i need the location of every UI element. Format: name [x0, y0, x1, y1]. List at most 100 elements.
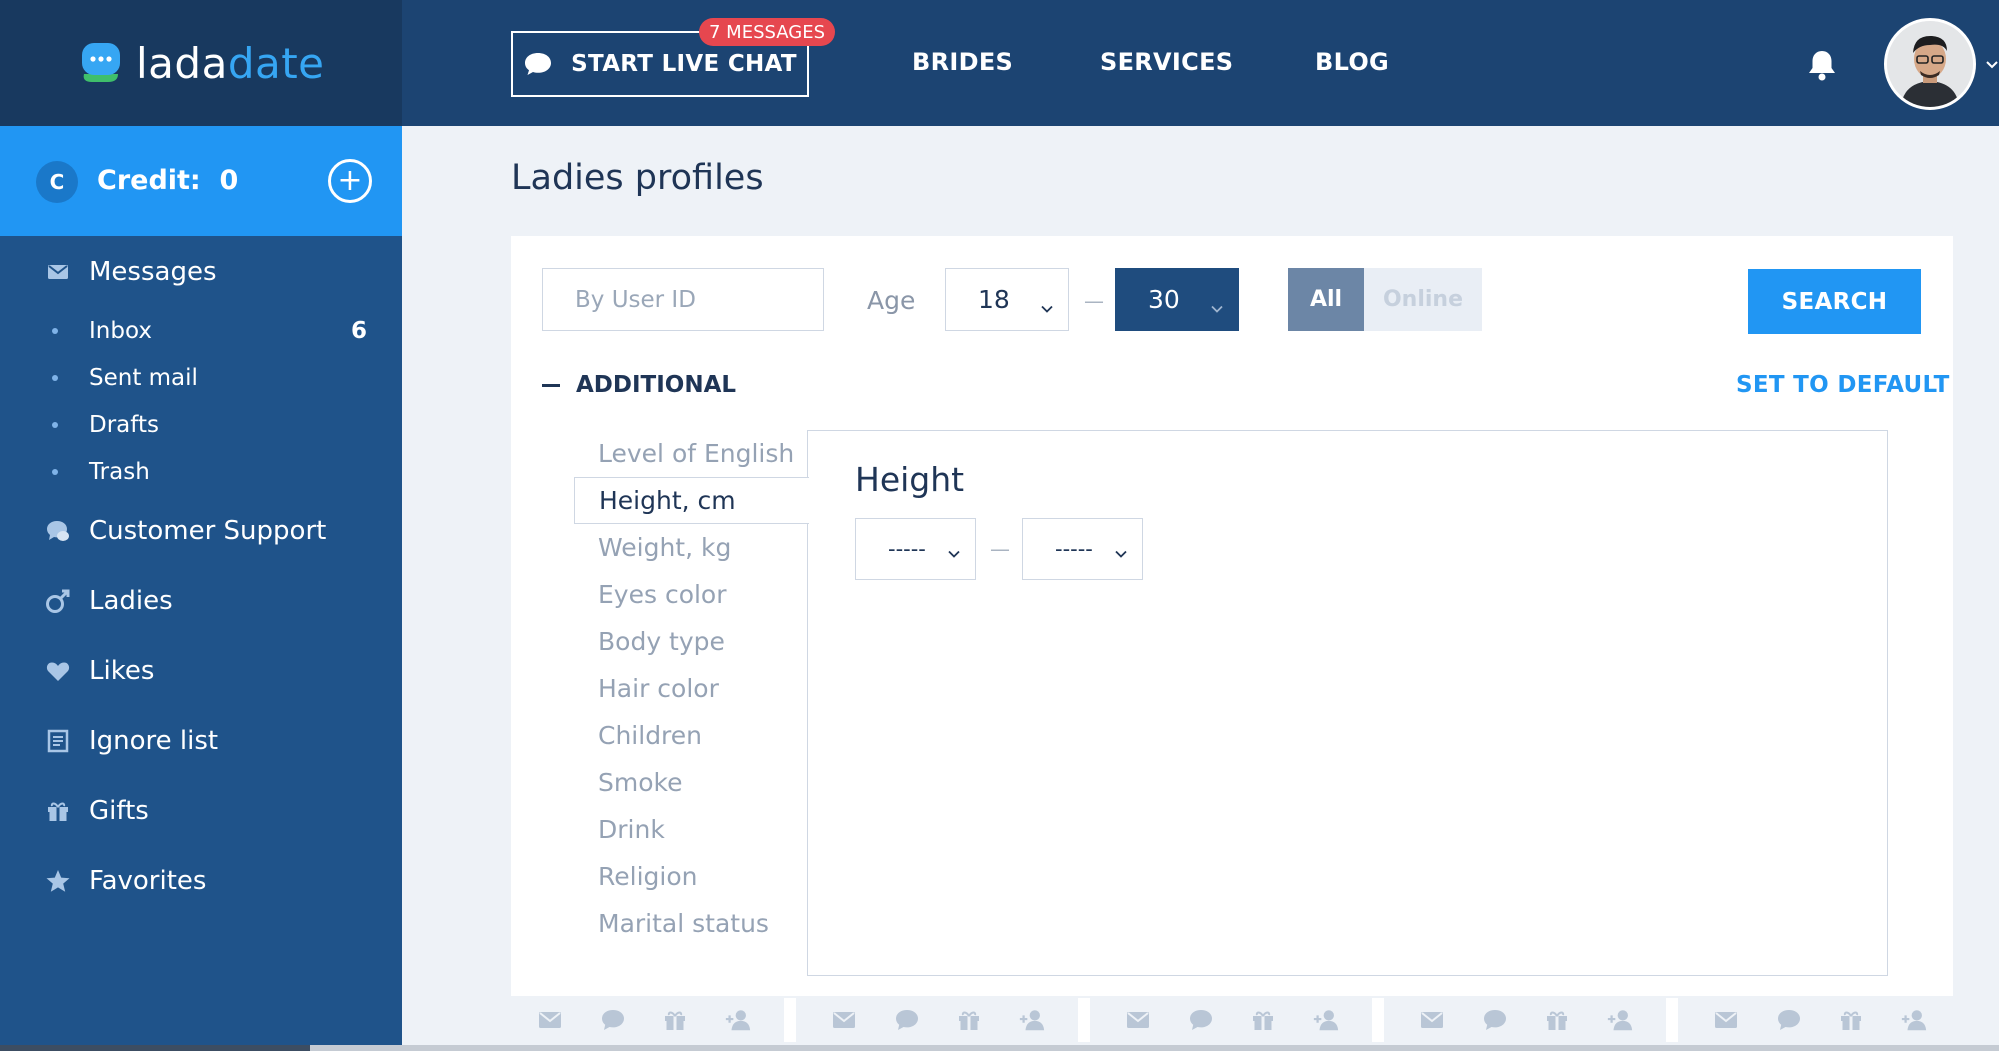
- card-gap: [1372, 998, 1384, 1042]
- sidebar-item-likes[interactable]: Likes: [0, 646, 402, 696]
- age-to-select[interactable]: 30: [1115, 268, 1239, 331]
- chat-icon[interactable]: [1775, 1006, 1803, 1034]
- nav-brides[interactable]: BRIDES: [912, 48, 1013, 76]
- filter-item-children[interactable]: Children: [574, 712, 808, 759]
- height-to-select[interactable]: -----: [1022, 518, 1143, 580]
- envelope-icon[interactable]: [1124, 1006, 1152, 1034]
- sidebar-item-trash[interactable]: Trash: [0, 452, 402, 492]
- age-from-select[interactable]: 18: [945, 268, 1069, 331]
- credit-bar: C Credit: 0 +: [0, 126, 402, 236]
- filter-item-drink[interactable]: Drink: [574, 806, 808, 853]
- add-user-icon[interactable]: [724, 1006, 752, 1034]
- filter-item-height[interactable]: Height, cm: [574, 477, 809, 524]
- user-id-search-input[interactable]: [542, 268, 824, 331]
- profile-card-actions: [805, 998, 1071, 1042]
- card-gap: [1666, 998, 1678, 1042]
- sidebar-item-sent-mail[interactable]: Sent mail: [0, 358, 402, 398]
- sidebar-item-ignore-list[interactable]: Ignore list: [0, 716, 402, 766]
- chat-icon[interactable]: [893, 1006, 921, 1034]
- gift-icon[interactable]: [661, 1006, 689, 1034]
- start-live-chat-label: START LIVE CHAT: [571, 51, 797, 77]
- envelope-icon: [44, 258, 72, 286]
- add-credit-button[interactable]: +: [328, 159, 372, 203]
- nav-blog[interactable]: BLOG: [1315, 48, 1389, 76]
- gift-icon[interactable]: [955, 1006, 983, 1034]
- gender-symbol-icon: [44, 587, 72, 615]
- chat-icon: [523, 51, 553, 77]
- logo-area: ladadate: [0, 0, 402, 126]
- gift-icon[interactable]: [1543, 1006, 1571, 1034]
- sidebar-item-label: Likes: [89, 656, 155, 686]
- brand-name: ladadate: [136, 39, 325, 88]
- chat-icon[interactable]: [1187, 1006, 1215, 1034]
- filter-detail-title: Height: [855, 460, 965, 499]
- add-user-icon[interactable]: [1018, 1006, 1046, 1034]
- brand-name-part1: lada: [136, 38, 228, 88]
- add-user-icon[interactable]: [1606, 1006, 1634, 1034]
- star-icon: [44, 867, 72, 895]
- inbox-count-badge: 6: [351, 318, 368, 344]
- window-bottom-edge-light: [310, 1045, 1999, 1051]
- filter-item-religion[interactable]: Religion: [574, 853, 808, 900]
- filter-item-weight[interactable]: Weight, kg: [574, 524, 808, 571]
- filter-online-toggle[interactable]: Online: [1364, 268, 1482, 331]
- page-title: Ladies profiles: [511, 158, 764, 198]
- chat-icon[interactable]: [1481, 1006, 1509, 1034]
- search-button[interactable]: SEARCH: [1748, 269, 1921, 334]
- gift-icon[interactable]: [1837, 1006, 1865, 1034]
- sidebar-item-label: Messages: [89, 257, 217, 287]
- heart-icon: [44, 657, 72, 685]
- age-label: Age: [867, 286, 916, 315]
- credit-balance: Credit: 0: [97, 165, 238, 196]
- add-user-icon[interactable]: [1312, 1006, 1340, 1034]
- additional-filters-toggle[interactable]: ADDITIONAL: [542, 372, 736, 398]
- age-range-dash: —: [1084, 289, 1104, 313]
- sidebar-item-label: Gifts: [89, 796, 149, 826]
- filter-detail-panel: [807, 430, 1888, 976]
- height-from-value: -----: [888, 537, 926, 561]
- sidebar-item-gifts[interactable]: Gifts: [0, 786, 402, 836]
- filter-item-level-of-english[interactable]: Level of English: [574, 430, 808, 477]
- notification-bell-icon[interactable]: [1806, 48, 1838, 82]
- profile-card-actions: [1393, 998, 1659, 1042]
- filter-all-toggle[interactable]: All: [1288, 268, 1364, 331]
- set-to-default-link[interactable]: SET TO DEFAULT: [1736, 372, 1950, 398]
- sidebar-item-favorites[interactable]: Favorites: [0, 856, 402, 906]
- profile-card-actions: [1687, 998, 1953, 1042]
- height-from-select[interactable]: -----: [855, 518, 976, 580]
- sidebar-item-customer-support[interactable]: Customer Support: [0, 506, 402, 556]
- filter-item-marital-status[interactable]: Marital status: [574, 900, 808, 947]
- bullet-icon: [52, 375, 58, 381]
- sidebar-item-drafts[interactable]: Drafts: [0, 405, 402, 445]
- envelope-icon[interactable]: [1712, 1006, 1740, 1034]
- account-menu-chevron-down-icon[interactable]: [1986, 56, 1998, 69]
- list-icon: [44, 727, 72, 755]
- brand-name-part2: date: [227, 38, 325, 88]
- sidebar-item-label: Ignore list: [89, 726, 219, 756]
- envelope-icon[interactable]: [536, 1006, 564, 1034]
- profile-card-actions: [1099, 998, 1365, 1042]
- chat-icon[interactable]: [599, 1006, 627, 1034]
- nav-services[interactable]: SERVICES: [1100, 48, 1233, 76]
- envelope-icon[interactable]: [830, 1006, 858, 1034]
- sidebar-item-inbox[interactable]: Inbox 6: [0, 311, 402, 351]
- brand-logo[interactable]: ladadate: [78, 38, 325, 88]
- envelope-icon[interactable]: [1418, 1006, 1446, 1034]
- sidebar-item-ladies[interactable]: Ladies: [0, 576, 402, 626]
- filter-item-smoke[interactable]: Smoke: [574, 759, 808, 806]
- sidebar-item-label: Sent mail: [89, 365, 198, 391]
- gift-icon[interactable]: [1249, 1006, 1277, 1034]
- filter-item-hair-color[interactable]: Hair color: [574, 665, 808, 712]
- filter-item-eyes-color[interactable]: Eyes color: [574, 571, 808, 618]
- sidebar-item-label: Drafts: [89, 412, 159, 438]
- sidebar-item-messages[interactable]: Messages: [0, 247, 402, 297]
- filter-item-body-type[interactable]: Body type: [574, 618, 808, 665]
- sidebar: C Credit: 0 + Messages Inbox 6 Sent mail…: [0, 126, 402, 1051]
- profile-card-actions: [511, 998, 777, 1042]
- height-to-value: -----: [1055, 537, 1093, 561]
- age-from-value: 18: [978, 285, 1010, 314]
- add-user-icon[interactable]: [1900, 1006, 1928, 1034]
- user-avatar[interactable]: [1884, 18, 1976, 110]
- chat-bubble-logo-icon: [78, 40, 124, 86]
- chevron-down-icon: [1210, 293, 1224, 313]
